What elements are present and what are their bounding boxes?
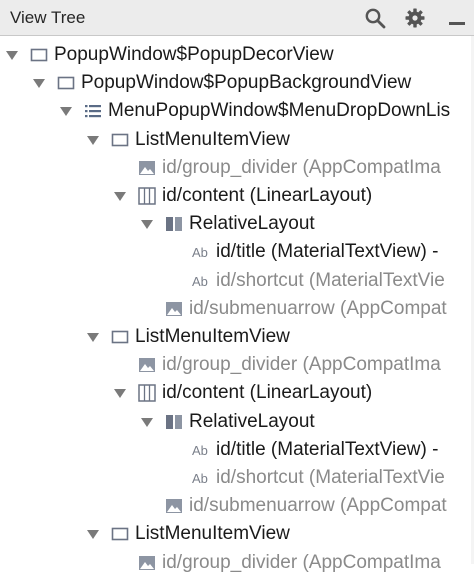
expand-triangle-icon[interactable]	[114, 192, 126, 201]
tree-node-label: RelativeLayout	[189, 213, 315, 235]
svg-text:Ab: Ab	[192, 245, 208, 260]
tree-node[interactable]: ListMenuItemView	[0, 126, 474, 154]
relative-layout-icon	[165, 413, 183, 431]
search-icon[interactable]	[364, 7, 386, 29]
text-view-icon: Ab	[192, 469, 210, 487]
relative-layout-icon	[165, 215, 183, 233]
tree-node-label: id/submenuarrow (AppCompat	[189, 297, 447, 319]
text-view-icon: Ab	[192, 272, 210, 290]
tree-node[interactable]: PopupWindow$PopupBackgroundView	[0, 69, 474, 97]
expand-triangle-icon[interactable]	[114, 389, 126, 399]
image-icon	[165, 300, 183, 318]
tree-node[interactable]: ListMenuItemView	[0, 323, 474, 351]
list-icon	[84, 102, 102, 120]
view-frame-icon	[111, 328, 129, 346]
view-frame-icon	[57, 74, 75, 92]
image-icon	[165, 497, 183, 515]
image-icon	[138, 159, 156, 177]
linear-layout-icon	[138, 187, 156, 205]
tree-node-label: id/title (MaterialTextView) -	[216, 438, 439, 460]
tree-node-label: id/title (MaterialTextView) -	[216, 241, 439, 263]
tree-node[interactable]: PopupWindow$PopupDecorView	[0, 41, 474, 69]
tree-node[interactable]: id/group_divider (AppCompatIma	[0, 549, 474, 577]
tree-node-label: ListMenuItemView	[135, 128, 290, 150]
linear-layout-icon	[138, 384, 156, 403]
view-tree-header: View Tree	[0, 0, 474, 36]
tree-node-label: id/shortcut (MaterialTextVie	[216, 269, 445, 291]
tree-node-label: id/content (LinearLayout)	[162, 382, 373, 404]
tree-node[interactable]: MenuPopupWindow$MenuDropDownLis	[0, 97, 474, 125]
tree-node[interactable]: id/submenuarrow (AppCompat	[0, 492, 474, 520]
svg-text:Ab: Ab	[192, 274, 208, 289]
gear-icon[interactable]	[404, 7, 426, 29]
tree-node[interactable]: Ab id/shortcut (MaterialTextVie	[0, 267, 474, 295]
tree-node[interactable]: id/content (LinearLayout)	[0, 379, 474, 407]
minimize-icon[interactable]	[446, 7, 468, 29]
tree-node-label: id/shortcut (MaterialTextVie	[216, 467, 445, 488]
tree-node-label: ListMenuItemView	[135, 326, 290, 347]
text-view-icon: Ab	[192, 441, 210, 459]
tree-node[interactable]: id/content (LinearLayout)	[0, 182, 474, 210]
expand-triangle-icon[interactable]	[141, 220, 153, 230]
tree-node-label: PopupWindow$PopupBackgroundView	[81, 72, 412, 94]
tree-node[interactable]: RelativeLayout	[0, 210, 474, 238]
panel-title: View Tree	[10, 8, 86, 27]
view-frame-icon	[30, 46, 48, 64]
expand-triangle-icon[interactable]	[87, 530, 99, 540]
tree-node-label: RelativeLayout	[189, 410, 315, 432]
tree-node[interactable]: id/group_divider (AppCompatIma	[0, 351, 474, 379]
view-frame-icon	[111, 131, 129, 149]
tree-node[interactable]: ListMenuItemView	[0, 520, 474, 548]
expand-triangle-icon[interactable]	[33, 79, 45, 89]
view-frame-icon	[111, 525, 129, 543]
tree-node-label: PopupWindow$PopupDecorView	[54, 44, 334, 65]
image-icon	[138, 554, 156, 572]
expand-triangle-icon[interactable]	[141, 417, 153, 427]
tree-node[interactable]: Ab id/shortcut (MaterialTextVie	[0, 464, 474, 492]
svg-text:Ab: Ab	[192, 443, 208, 458]
tree-node[interactable]: Ab id/title (MaterialTextView) -	[0, 238, 474, 266]
expand-triangle-icon[interactable]	[60, 107, 72, 117]
tree-node[interactable]: RelativeLayout	[0, 408, 474, 436]
expand-triangle-icon[interactable]	[87, 333, 99, 342]
tree-node-label: ListMenuItemView	[135, 523, 290, 545]
tree-node[interactable]: id/group_divider (AppCompatIma	[0, 154, 474, 182]
tree-node-label: id/group_divider (AppCompatIma	[162, 354, 441, 376]
expand-triangle-icon[interactable]	[6, 51, 18, 60]
tree-node-label: id/group_divider (AppCompatIma	[162, 156, 441, 178]
tree-node-label: id/submenuarrow (AppCompat	[189, 495, 447, 517]
svg-text:Ab: Ab	[192, 471, 208, 486]
image-icon	[138, 356, 156, 374]
expand-triangle-icon[interactable]	[87, 135, 99, 145]
tree-node-label: id/group_divider (AppCompatIma	[162, 551, 441, 573]
text-view-icon: Ab	[192, 243, 210, 261]
tree-node-label: MenuPopupWindow$MenuDropDownLis	[108, 100, 451, 122]
tree-node[interactable]: Ab id/title (MaterialTextView) -	[0, 436, 474, 464]
tree-node-label: id/content (LinearLayout)	[162, 185, 373, 206]
tree-node[interactable]: id/submenuarrow (AppCompat	[0, 295, 474, 323]
